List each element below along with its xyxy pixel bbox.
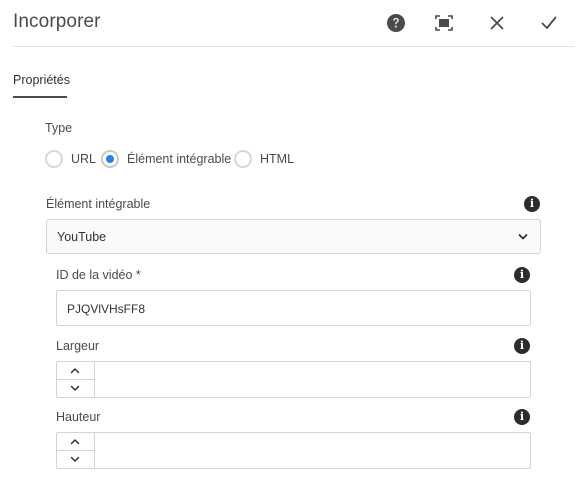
embeddable-label: Élément intégrable (46, 197, 151, 211)
height-input[interactable] (95, 433, 530, 468)
tab-active-indicator (13, 96, 67, 98)
help-icon (387, 14, 405, 32)
radio-embeddable-label[interactable]: Élément intégrable (127, 152, 231, 166)
type-label: Type (45, 121, 73, 135)
chevron-down-icon (70, 385, 80, 391)
height-label: Hauteur (56, 410, 101, 424)
width-stepper (57, 362, 95, 397)
chevron-down-icon (70, 456, 80, 462)
chevron-up-icon (70, 439, 80, 445)
width-increment-button[interactable] (57, 362, 94, 380)
info-icon[interactable]: i (514, 267, 530, 283)
tab-properties[interactable]: Propriétés (13, 73, 70, 87)
video-id-label: ID de la vidéo * (56, 268, 141, 282)
radio-url-label[interactable]: URL (71, 152, 96, 166)
width-decrement-button[interactable] (57, 380, 94, 397)
width-input[interactable] (95, 362, 530, 397)
height-increment-button[interactable] (57, 433, 94, 451)
header-divider (13, 46, 574, 47)
height-decrement-button[interactable] (57, 451, 94, 468)
video-id-value: PJQVlVHsFF8 (67, 302, 146, 316)
help-button[interactable] (386, 13, 408, 35)
radio-embeddable[interactable] (101, 150, 119, 168)
radio-html[interactable] (234, 150, 252, 168)
info-icon[interactable]: i (514, 338, 530, 354)
radio-html-label[interactable]: HTML (260, 152, 294, 166)
height-number-field (56, 432, 531, 469)
embeddable-select[interactable]: YouTube (46, 219, 541, 254)
fullscreen-button[interactable] (434, 13, 456, 35)
video-id-field[interactable]: PJQVlVHsFF8 (56, 290, 531, 326)
dialog-title: Incorporer (13, 11, 101, 32)
width-number-field (56, 361, 531, 398)
dialog-header: Incorporer (0, 0, 588, 47)
chevron-up-icon (70, 368, 80, 374)
radio-url[interactable] (45, 150, 63, 168)
info-icon[interactable]: i (514, 409, 530, 425)
height-stepper (57, 433, 95, 468)
checkmark-icon (541, 16, 557, 29)
chevron-down-icon (518, 234, 528, 240)
width-label: Largeur (56, 339, 100, 353)
done-button[interactable] (539, 13, 561, 35)
fullscreen-icon (435, 15, 453, 31)
close-button[interactable] (487, 13, 509, 35)
close-icon (490, 16, 504, 30)
embeddable-select-value: YouTube (57, 230, 107, 244)
info-icon[interactable]: i (524, 196, 540, 212)
